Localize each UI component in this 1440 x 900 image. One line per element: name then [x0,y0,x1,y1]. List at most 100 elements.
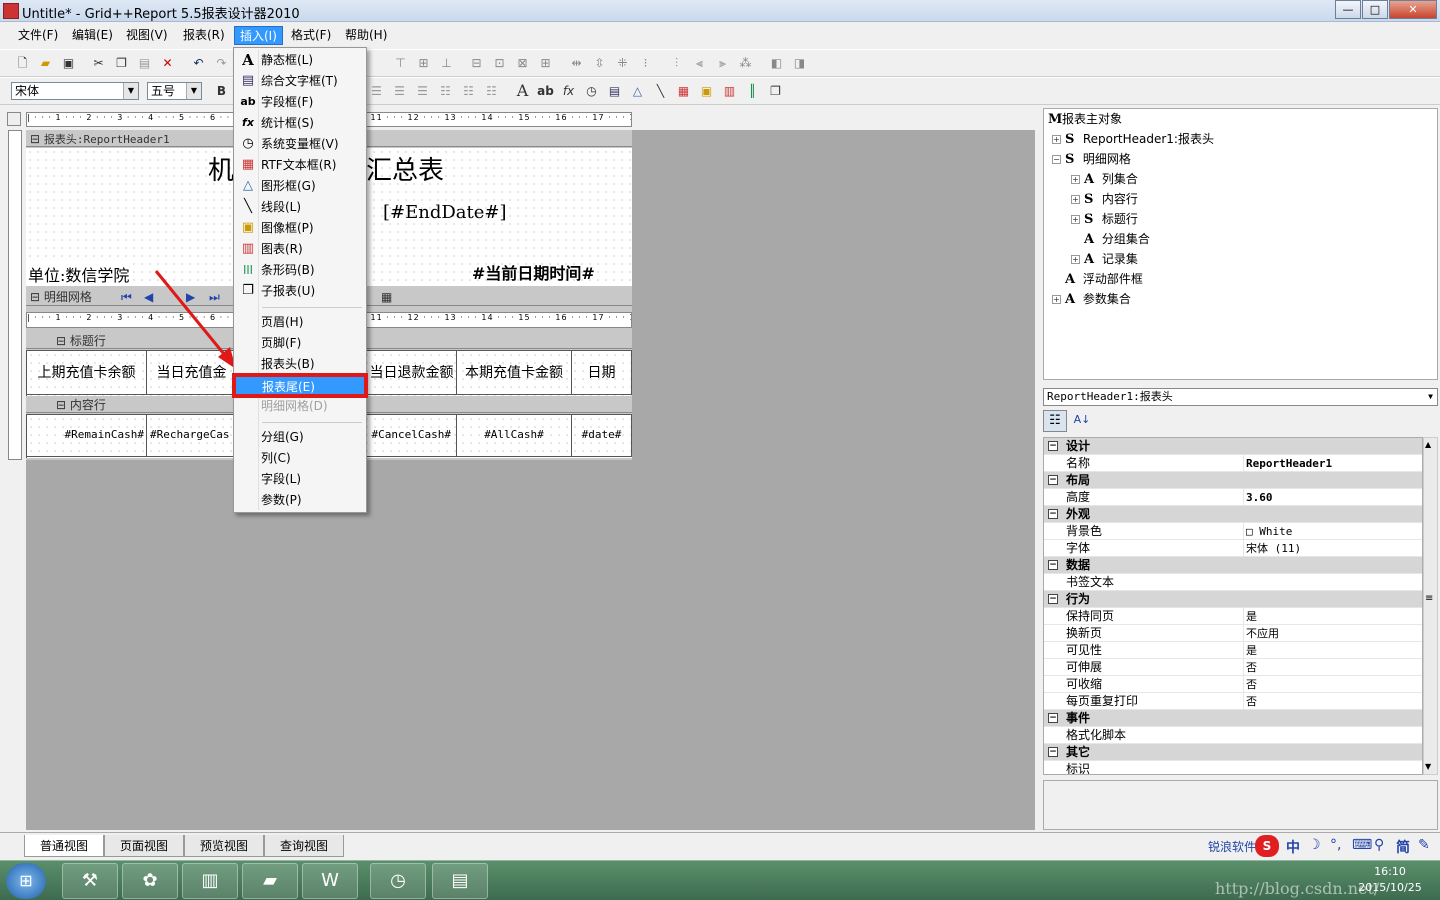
taskbar-clock-icon[interactable]: ◷ [370,863,426,899]
delete-icon[interactable]: ✕ [159,55,176,71]
tree-node[interactable]: + S 标题行 [1071,209,1138,229]
keyboard-icon[interactable]: ⌨ [1352,837,1372,853]
menu-view[interactable]: 视图(V) [121,26,173,45]
field-cell[interactable]: #CancelCash# [367,415,457,457]
spacing-equal-icon[interactable]: ⁜ [614,55,631,71]
property-value[interactable]: 否 [1243,659,1422,676]
menu-item-rtf-box[interactable]: ▦ RTF文本框(R) [236,155,364,176]
punctuation-icon[interactable]: °, [1330,837,1341,853]
expand-icon[interactable]: + [1052,295,1061,304]
menu-item-parameter[interactable]: 参数(P) [236,490,364,511]
tree-node[interactable]: A 分组集合 [1084,229,1150,249]
property-scrollbar[interactable]: ▲ ≡ ▼ [1423,437,1438,775]
property-object-combo[interactable]: ReportHeader1:报表头 ▼ [1043,388,1438,406]
menu-item-detail-grid[interactable]: 明细网格(D) [236,396,364,417]
property-row[interactable]: 可收缩 否 [1044,676,1422,693]
header-cell[interactable]: 日期 [572,351,632,395]
save-icon[interactable]: ▣ [60,55,77,71]
categorized-icon[interactable]: ☷ [1043,410,1067,432]
property-value[interactable]: □ White [1243,523,1422,540]
taskbar-tools-icon[interactable]: ⚒ [62,863,118,899]
start-button-icon[interactable]: ⊞ [6,863,46,899]
property-value[interactable]: ReportHeader1 [1243,455,1422,472]
align-bottom-icon[interactable]: ⊥ [438,55,455,71]
menu-item-summary-box[interactable]: fx 统计框(S) [236,113,364,134]
menu-item-page-header[interactable]: 页眉(H) [236,312,364,333]
same-width-icon[interactable]: ⊟ [468,55,485,71]
field-cell[interactable]: #AllCash# [457,415,572,457]
moon-icon[interactable]: ☽ [1308,837,1321,853]
property-row[interactable]: 书签文本 [1044,574,1422,591]
collapse-icon[interactable]: − [1048,594,1058,604]
tab-query-view[interactable]: 查询视图 [264,835,344,857]
clock-date[interactable]: 2015/10/25 [1352,881,1428,894]
property-value[interactable]: 不应用 [1243,625,1422,642]
arrange-icon[interactable]: ⫸ [714,55,731,71]
header-cell[interactable]: 本期充值卡金额 [457,351,572,395]
collapse-icon[interactable]: ⊟ [30,290,44,304]
barcode-icon[interactable]: ║ [744,83,761,99]
property-value[interactable]: 是 [1243,642,1422,659]
search-icon[interactable]: ⚲ [1374,837,1384,853]
tree-node[interactable]: + S ReportHeader1:报表头 [1052,129,1214,149]
align-left-icon[interactable]: ☰ [368,83,385,99]
property-row[interactable]: 格式化脚本 [1044,727,1422,744]
current-datetime-field[interactable]: #当前日期时间# [472,260,595,284]
center-v-icon[interactable]: ⫷ [691,55,708,71]
property-value[interactable]: 是 [1243,608,1422,625]
expand-icon[interactable]: + [1071,215,1080,224]
taskbar-folder-icon[interactable]: ▰ [242,863,298,899]
property-row[interactable]: 高度 3.60 [1044,489,1422,506]
menu-item-field-box[interactable]: ab 字段框(F) [236,92,364,113]
expand-icon[interactable]: + [1071,255,1080,264]
same-size-icon[interactable]: ⊠ [514,55,531,71]
center-h-icon[interactable]: ⫶ [668,55,685,71]
taskbar-word-icon[interactable]: W [302,863,358,899]
menu-item-chart[interactable]: ▥ 图表(R) [236,239,364,260]
cut-icon[interactable]: ✂ [90,55,107,71]
menu-item-system-var-box[interactable]: ◷ 系统变量框(V) [236,134,364,155]
ime-logo-icon[interactable]: S [1255,835,1279,857]
border-bottom-icon[interactable]: ☷ [483,83,500,99]
property-value[interactable]: 宋体 (11) [1243,540,1422,557]
shape-box-icon[interactable]: △ [629,83,646,99]
border-all-icon[interactable]: ☷ [460,83,477,99]
memo-box-icon[interactable]: ▤ [606,83,623,99]
menu-item-column[interactable]: 列(C) [236,448,364,469]
redo-icon[interactable]: ↷ [213,55,230,71]
property-row[interactable]: 保持同页 是 [1044,608,1422,625]
rtf-box-icon[interactable]: ▦ [675,83,692,99]
tab-preview-view[interactable]: 预览视图 [184,835,264,857]
property-value[interactable]: 3.60 [1243,489,1422,506]
collapse-icon[interactable]: − [1052,155,1061,164]
collapse-icon[interactable]: − [1048,560,1058,570]
field-box-icon[interactable]: ab [537,83,554,99]
paste-icon[interactable]: ▤ [136,55,153,71]
first-record-icon[interactable]: ⏮ [121,288,132,306]
property-row[interactable]: 标识 [1044,761,1422,774]
collapse-icon[interactable]: ⊟ [56,398,70,412]
tab-page-view[interactable]: 页面视图 [104,835,184,857]
menu-format[interactable]: 格式(F) [286,26,336,45]
property-row[interactable]: 字体 宋体 (11) [1044,540,1422,557]
wrench-icon[interactable]: ✎ [1418,837,1430,853]
ime-simplified[interactable]: 简 [1396,837,1410,857]
v-spacing-icon[interactable]: ⇳ [591,55,608,71]
menu-item-barcode[interactable]: ||| 条形码(B) [236,260,364,281]
static-box-icon[interactable]: A [514,83,531,99]
menu-item-report-header[interactable]: 报表头(B) [236,354,364,375]
subreport-icon[interactable]: ❐ [767,83,784,99]
scroll-down-icon[interactable]: ▼ [1425,762,1431,771]
report-title-left[interactable]: 机 [208,150,234,187]
end-date-field[interactable]: [#EndDate#] [383,202,507,223]
expand-icon[interactable]: + [1052,135,1061,144]
menu-item-subreport[interactable]: ❐ 子报表(U) [236,281,364,302]
tree-node[interactable]: − S 明细网格 [1052,149,1131,169]
menu-item-memo-box[interactable]: ▤ 综合文字框(T) [236,71,364,92]
grid-align-icon[interactable]: ⊞ [537,55,554,71]
property-row[interactable]: 每页重复打印 否 [1044,693,1422,710]
copy-icon[interactable]: ❐ [113,55,130,71]
property-row[interactable]: 名称 ReportHeader1 [1044,455,1422,472]
property-category[interactable]: − 布局 [1044,472,1422,489]
property-row[interactable]: 可见性 是 [1044,642,1422,659]
